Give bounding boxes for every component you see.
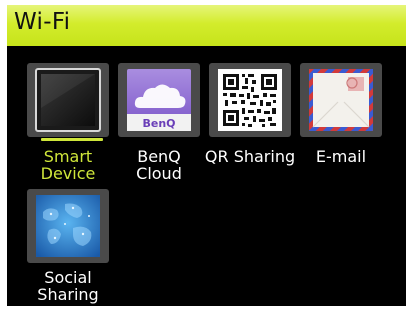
- selection-indicator: [41, 138, 103, 141]
- email-button[interactable]: [300, 63, 382, 137]
- benq-logo-text: BenQ: [142, 117, 175, 130]
- email-label: E-mail: [315, 147, 367, 166]
- social-sharing-button[interactable]: [27, 189, 109, 263]
- social-sharing-label: Social Sharing: [37, 268, 99, 304]
- benq-cloud-label: BenQ Cloud: [136, 147, 182, 183]
- envelope-icon: [309, 69, 373, 131]
- qr-sharing-label: QR Sharing: [204, 147, 296, 166]
- qr-code-icon: [218, 69, 282, 131]
- qr-sharing-button[interactable]: [209, 63, 291, 137]
- wifi-screen: Wi-Fi Smart Device BenQ BenQ Cloud QR Sh…: [7, 5, 406, 306]
- smart-device-button[interactable]: [27, 63, 109, 137]
- benq-cloud-button[interactable]: BenQ: [118, 63, 200, 137]
- title-bar: Wi-Fi: [7, 5, 406, 46]
- smart-device-icon: [35, 68, 101, 132]
- page-title: Wi-Fi: [14, 9, 71, 35]
- globe-map-icon: [36, 195, 100, 257]
- benq-cloud-icon: BenQ: [127, 69, 191, 131]
- smart-device-label: Smart Device: [40, 147, 96, 183]
